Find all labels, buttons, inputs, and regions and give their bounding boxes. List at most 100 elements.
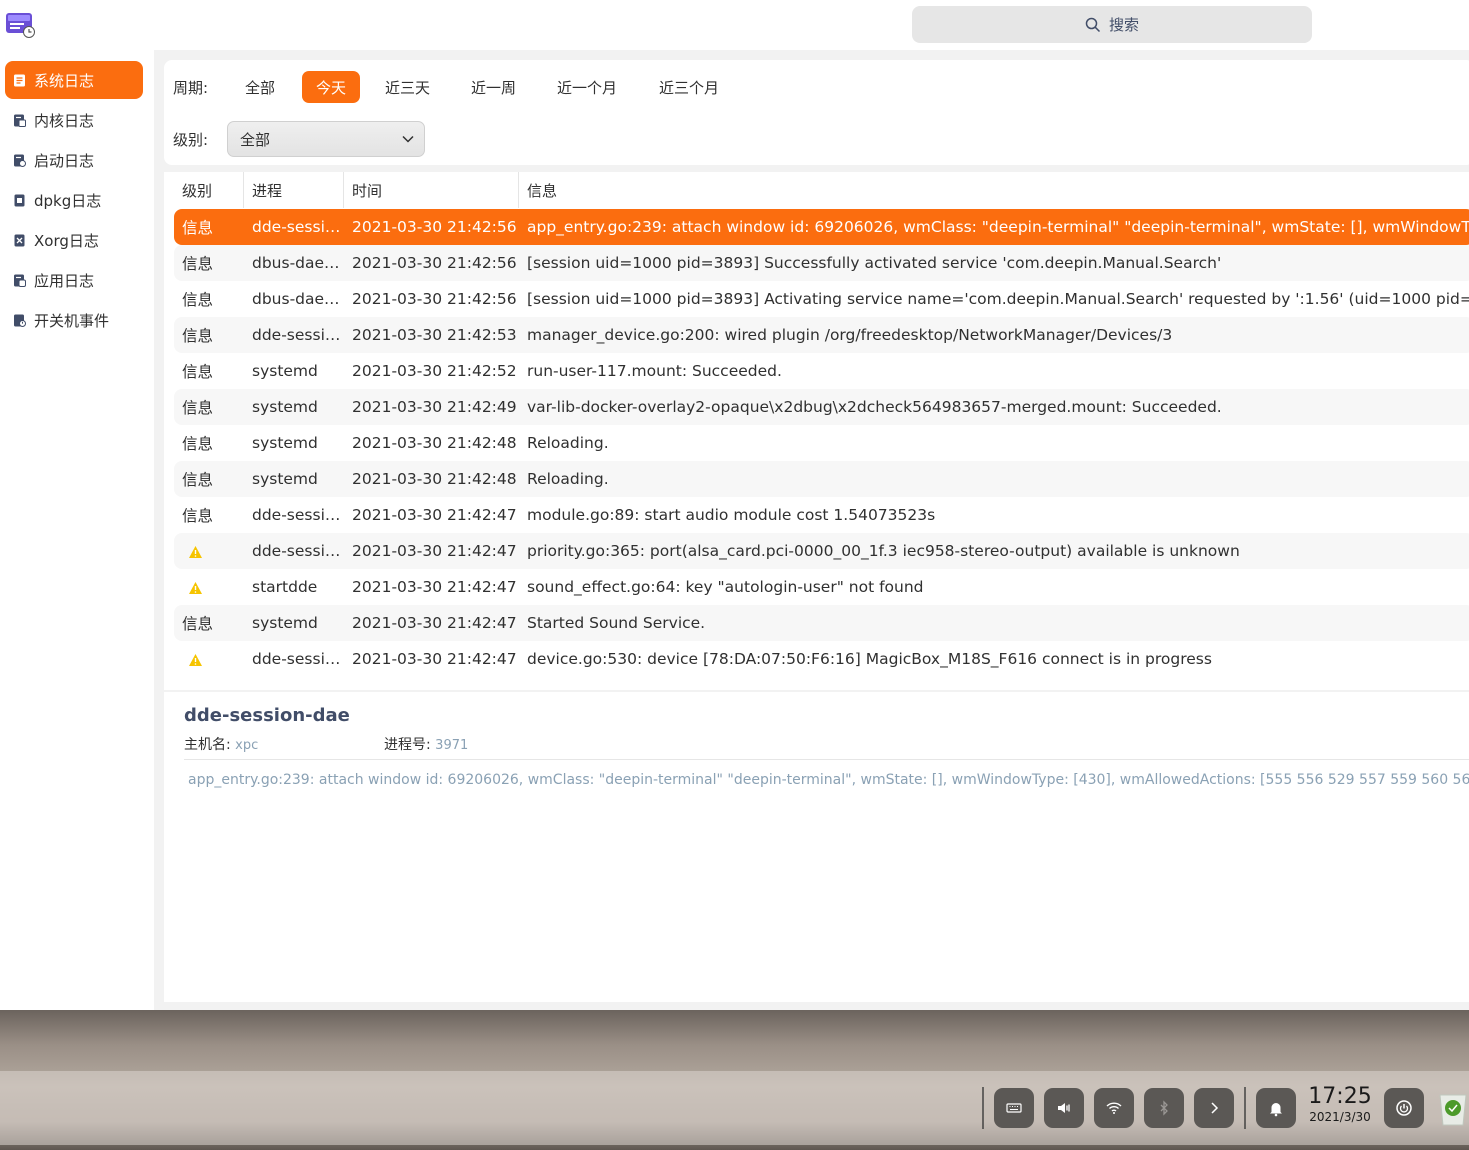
wifi-icon (1106, 1102, 1122, 1114)
cell-message: module.go:89: start audio module cost 1.… (527, 506, 936, 524)
table-row[interactable]: 信息 systemd 2021-03-30 21:42:47 Started Soun… (174, 605, 1469, 641)
dpkg-log-icon (12, 193, 26, 207)
cell-process: systemd (252, 362, 318, 380)
search-box[interactable]: 搜索 (912, 6, 1312, 43)
period-month-button[interactable]: 近一个月 (544, 71, 630, 103)
log-viewer-app-icon (6, 13, 35, 38)
sidebar-item-label: dpkg日志 (34, 191, 102, 210)
cell-level: 信息 (182, 363, 214, 381)
bluetooth-tray-button[interactable] (1144, 1088, 1184, 1128)
cell-time: 2021-03-30 21:42:53 (352, 326, 517, 344)
table-header: 级别 进程 时间 信息 (174, 172, 1469, 208)
cell-process: dde-session-daemon (252, 218, 344, 236)
boot-log-icon (12, 153, 26, 167)
table-row[interactable]: 信息 dde-session-daemon 2021-03-30 21:42:56 a… (174, 209, 1469, 245)
filter-panel: 周期: 全部 今天 近三天 近一周 近一个月 近三个月 级别: 全部 (164, 60, 1469, 165)
sidebar-item-label: 开关机事件 (34, 311, 110, 330)
sidebar-item-label: 应用日志 (34, 271, 95, 290)
sidebar-item-xorg-log[interactable]: Xorg日志 (5, 221, 143, 259)
column-header-process[interactable]: 进程 (244, 172, 344, 208)
xorg-log-icon (12, 233, 26, 247)
table-row[interactable]: 信息 dbus-daemon 2021-03-30 21:42:56 [session… (174, 245, 1469, 281)
title-bar: 搜索 (0, 0, 1469, 50)
cell-level: 信息 (182, 615, 214, 633)
column-header-time[interactable]: 时间 (344, 172, 519, 208)
period-3months-button[interactable]: 近三个月 (646, 71, 732, 103)
table-row[interactable]: 信息 dbus-daemon 2021-03-30 21:42:56 [session… (174, 281, 1469, 317)
clock[interactable]: 17:25 2021/3/30 (1307, 1085, 1373, 1125)
cell-time: 2021-03-30 21:42:47 (352, 614, 517, 632)
cell-message: [session uid=1000 pid=3893] Activating s… (527, 290, 1469, 308)
table-row[interactable]: dde-session-daemon 2021-03-30 21:42:47 pri… (174, 533, 1469, 569)
cell-process: dbus-daemon (252, 290, 344, 308)
table-row[interactable]: 信息 systemd 2021-03-30 21:42:49 var-lib-dock… (174, 389, 1469, 425)
sidebar: 系统日志 内核日志 启动日志 dpkg日志 Xorg日志 应用日志 开关机事件 (0, 50, 154, 1010)
log-table: 级别 进程 时间 信息 信息 dde-session-daemon 2021-03-… (164, 172, 1469, 690)
cell-message: manager_device.go:200: wired plugin /org… (527, 326, 1173, 344)
sidebar-item-label: 系统日志 (34, 71, 95, 90)
cell-time: 2021-03-30 21:42:52 (352, 362, 517, 380)
detail-pid-value: 3971 (435, 738, 469, 753)
keyboard-tray-button[interactable] (994, 1088, 1034, 1128)
table-row[interactable]: startdde 2021-03-30 21:42:47 sound_effect.… (174, 569, 1469, 605)
search-placeholder: 搜索 (1108, 16, 1139, 34)
notification-tray-button[interactable] (1256, 1088, 1296, 1128)
level-select[interactable]: 全部 (227, 121, 425, 157)
table-row[interactable]: 信息 dde-session-daemon 2021-03-30 21:42:53 m… (174, 317, 1469, 353)
cell-process: systemd (252, 398, 318, 416)
kernel-log-icon (12, 113, 26, 127)
power-tray-button[interactable] (1384, 1088, 1424, 1128)
trash-icon[interactable] (1436, 1091, 1469, 1127)
table-row[interactable]: 信息 systemd 2021-03-30 21:42:48 Reloading. (174, 461, 1469, 497)
cell-message: priority.go:365: port(alsa_card.pci-0000… (527, 542, 1240, 560)
expand-tray-button[interactable] (1194, 1088, 1234, 1128)
volume-tray-button[interactable] (1044, 1088, 1084, 1128)
table-row[interactable]: 信息 systemd 2021-03-30 21:42:52 run-user-117… (174, 353, 1469, 389)
period-week-button[interactable]: 近一周 (458, 71, 529, 103)
wifi-tray-button[interactable] (1094, 1088, 1134, 1128)
period-today-button[interactable]: 今天 (302, 71, 360, 103)
cell-time: 2021-03-30 21:42:56 (352, 254, 517, 272)
sidebar-item-dpkg-log[interactable]: dpkg日志 (5, 181, 143, 219)
table-body: 信息 dde-session-daemon 2021-03-30 21:42:56 a… (174, 209, 1469, 677)
cell-message: sound_effect.go:64: key "autologin-user"… (527, 578, 924, 596)
period-all-button[interactable]: 全部 (232, 71, 288, 103)
cell-process: systemd (252, 470, 318, 488)
sidebar-item-label: 内核日志 (34, 111, 95, 130)
detail-pid: 进程号: 3971 (384, 734, 468, 754)
sidebar-item-boot-log[interactable]: 启动日志 (5, 141, 143, 179)
cell-time: 2021-03-30 21:42:47 (352, 542, 517, 560)
cell-time: 2021-03-30 21:42:47 (352, 506, 517, 524)
cell-level: 信息 (182, 219, 214, 237)
sidebar-item-power-events[interactable]: 开关机事件 (5, 301, 143, 339)
column-header-level[interactable]: 级别 (174, 172, 244, 208)
search-icon (1085, 17, 1101, 32)
power-event-icon (12, 313, 26, 327)
chevron-down-icon (402, 135, 414, 143)
sidebar-item-system-log[interactable]: 系统日志 (5, 61, 143, 99)
sidebar-item-kernel-log[interactable]: 内核日志 (5, 101, 143, 139)
cell-level: 信息 (182, 255, 214, 273)
column-header-info[interactable]: 信息 (519, 172, 1469, 208)
cell-level (174, 578, 244, 596)
warning-icon (189, 581, 202, 594)
system-log-icon (12, 73, 26, 87)
cell-message: [session uid=1000 pid=3893] Successfully… (527, 254, 1222, 272)
sidebar-item-label: Xorg日志 (34, 231, 99, 250)
cell-message: run-user-117.mount: Succeeded. (527, 362, 782, 380)
cell-message: app_entry.go:239: attach window id: 6920… (527, 218, 1469, 236)
detail-title: dde-session-dae (184, 705, 350, 726)
level-select-value: 全部 (240, 130, 271, 149)
app-log-icon (12, 273, 26, 287)
table-row[interactable]: 信息 systemd 2021-03-30 21:42:48 Reloading. (174, 425, 1469, 461)
sidebar-item-app-log[interactable]: 应用日志 (5, 261, 143, 299)
clock-date: 2021/3/30 (1309, 1110, 1371, 1124)
period-3days-button[interactable]: 近三天 (372, 71, 443, 103)
dock-divider (982, 1087, 984, 1129)
sidebar-item-label: 启动日志 (34, 151, 95, 170)
cell-process: startdde (252, 578, 318, 596)
cell-time: 2021-03-30 21:42:47 (352, 578, 517, 596)
cell-process: dde-session-daemon (252, 542, 344, 560)
table-row[interactable]: dde-session-daemon 2021-03-30 21:42:47 dev… (174, 641, 1469, 677)
table-row[interactable]: 信息 dde-session-daemon 2021-03-30 21:42:47 m… (174, 497, 1469, 533)
